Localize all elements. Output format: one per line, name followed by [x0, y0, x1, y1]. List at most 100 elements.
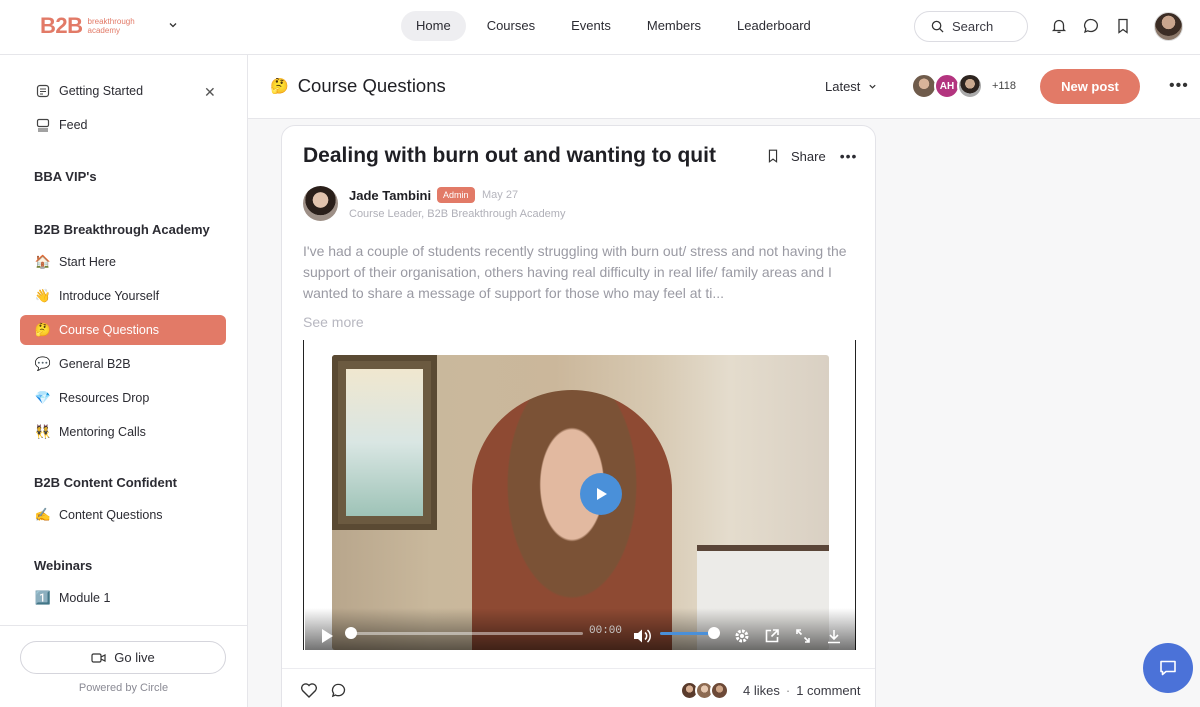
sidebar-section-webinars[interactable]: Webinars — [34, 558, 92, 573]
new-post-button[interactable]: New post — [1040, 69, 1140, 104]
go-live-button[interactable]: Go live — [20, 641, 226, 674]
progress-handle[interactable] — [345, 627, 357, 639]
sidebar-item-introduce-yourself[interactable]: 👋 Introduce Yourself — [20, 281, 226, 311]
volume-handle[interactable] — [708, 627, 720, 639]
wall-picture — [332, 355, 437, 530]
brand-logo[interactable]: B2B breakthrough academy — [40, 13, 158, 39]
bookmark-icon[interactable] — [1114, 17, 1132, 35]
play-button[interactable] — [580, 473, 622, 515]
comment-icon[interactable] — [330, 682, 347, 699]
nav-home[interactable]: Home — [401, 11, 466, 41]
sidebar-item-feed[interactable]: Feed — [20, 110, 226, 140]
house-icon: 🏠 — [34, 254, 52, 269]
bookmark-icon[interactable] — [765, 148, 781, 164]
top-header: B2B breakthrough academy Home Courses Ev… — [0, 0, 1200, 55]
sidebar-item-content-questions[interactable]: ✍️ Content Questions — [20, 500, 226, 530]
sidebar-section-bba-vips[interactable]: BBA VIP's — [34, 169, 97, 184]
sidebar-item-start-here[interactable]: 🏠 Start Here — [20, 247, 226, 277]
sidebar-item-label: Getting Started — [59, 84, 144, 98]
engagement-counts: 4 likes · 1 comment — [743, 683, 861, 698]
thinking-face-icon: 🤔 — [270, 78, 289, 95]
separator-dot: · — [785, 683, 791, 698]
video-thumbnail — [332, 355, 829, 650]
search-label: Search — [952, 19, 994, 34]
feed-icon — [36, 118, 50, 132]
member-initials: AH — [939, 80, 955, 92]
number-one-icon: 1️⃣ — [34, 590, 52, 605]
bell-icon[interactable] — [1050, 17, 1068, 35]
play-icon[interactable] — [320, 628, 334, 644]
nav-leaderboard[interactable]: Leaderboard — [722, 11, 826, 41]
post-more-icon[interactable]: ••• — [840, 148, 858, 164]
nav-courses[interactable]: Courses — [472, 11, 550, 41]
space-members[interactable]: AH +118 — [911, 73, 1016, 99]
see-more-link[interactable]: See more — [303, 314, 364, 330]
pop-out-icon[interactable] — [764, 628, 780, 644]
more-options-icon[interactable]: ••• — [1169, 77, 1189, 95]
post-title[interactable]: Dealing with burn out and wanting to qui… — [303, 144, 716, 168]
sidebar-section-b2b-content-confident[interactable]: B2B Content Confident — [34, 475, 177, 490]
sidebar-item-label: General B2B — [59, 357, 131, 371]
checklist-icon — [36, 84, 50, 98]
volume-icon[interactable] — [633, 628, 651, 644]
search-button[interactable]: Search — [914, 11, 1028, 42]
sidebar-item-label: Course Questions — [59, 323, 160, 337]
sort-label: Latest — [825, 79, 861, 94]
liker-avatar — [710, 681, 729, 700]
page-title: 🤔 Course Questions — [270, 75, 446, 97]
sidebar-item-label: Start Here — [59, 255, 116, 269]
sidebar-item-general-b2b[interactable]: 💬 General B2B — [20, 349, 226, 379]
progress-track[interactable] — [348, 632, 583, 635]
sidebar-item-getting-started[interactable]: Getting Started — [20, 76, 226, 106]
sidebar-item-label: Content Questions — [59, 508, 163, 522]
video-camera-icon — [91, 652, 106, 663]
chat-icon — [1160, 660, 1176, 676]
sort-dropdown[interactable]: Latest — [825, 79, 877, 94]
settings-icon[interactable] — [734, 628, 750, 644]
nav-events[interactable]: Events — [556, 11, 626, 41]
post-date[interactable]: May 27 — [482, 189, 518, 201]
admin-badge: Admin — [437, 187, 475, 203]
video-player[interactable]: 00:00 — [303, 340, 856, 650]
close-icon[interactable]: ✕ — [204, 84, 216, 101]
author-name[interactable]: Jade Tambini — [349, 188, 431, 203]
sidebar-item-mentoring-calls[interactable]: 👯 Mentoring Calls — [20, 417, 226, 447]
speech-bubble-icon: 💬 — [34, 356, 52, 371]
logo-wordmark: B2B — [40, 13, 83, 38]
thinking-face-icon: 🤔 — [34, 322, 52, 337]
sidebar-item-label: Resources Drop — [59, 391, 150, 405]
sidebar-section-b2b-breakthrough-academy[interactable]: B2B Breakthrough Academy — [34, 222, 210, 237]
post-reactions — [300, 682, 347, 699]
space-header: 🤔 Course Questions Latest AH +118 New po… — [248, 55, 1200, 119]
liker-avatars[interactable] — [680, 681, 729, 700]
page-title-text: Course Questions — [297, 75, 446, 96]
sidebar-item-resources-drop[interactable]: 💎 Resources Drop — [20, 383, 226, 413]
author-avatar[interactable] — [303, 186, 338, 221]
chevron-down-icon[interactable] — [168, 20, 178, 30]
gem-icon: 💎 — [34, 390, 52, 405]
volume-slider[interactable] — [660, 632, 715, 635]
powered-by[interactable]: Powered by Circle — [0, 682, 247, 694]
sidebar-item-course-questions[interactable]: 🤔 Course Questions — [20, 315, 226, 345]
support-chat-button[interactable] — [1143, 643, 1193, 693]
download-icon[interactable] — [826, 628, 842, 644]
sidebar-item-label: Module 1 — [59, 591, 111, 605]
share-button[interactable]: Share — [791, 149, 826, 164]
fullscreen-icon[interactable] — [795, 628, 811, 644]
member-avatar — [957, 73, 983, 99]
post-footer: 4 likes · 1 comment — [282, 668, 875, 707]
chat-icon[interactable] — [1082, 17, 1100, 35]
nav-members[interactable]: Members — [632, 11, 716, 41]
sidebar-item-label: Introduce Yourself — [59, 289, 160, 303]
heart-icon[interactable] — [300, 682, 318, 699]
chevron-down-icon — [869, 84, 877, 89]
video-controls: 00:00 — [305, 608, 856, 650]
comments-count[interactable]: 1 comment — [796, 683, 860, 698]
video-time: 00:00 — [589, 625, 623, 637]
writing-hand-icon: ✍️ — [34, 507, 52, 522]
user-avatar[interactable] — [1154, 12, 1183, 41]
sidebar-footer: Go live Powered by Circle — [0, 625, 247, 707]
sidebar-item-module-1[interactable]: 1️⃣ Module 1 — [20, 583, 226, 613]
likes-count[interactable]: 4 likes — [743, 683, 780, 698]
main-nav: Home Courses Events Members Leaderboard — [401, 11, 832, 41]
